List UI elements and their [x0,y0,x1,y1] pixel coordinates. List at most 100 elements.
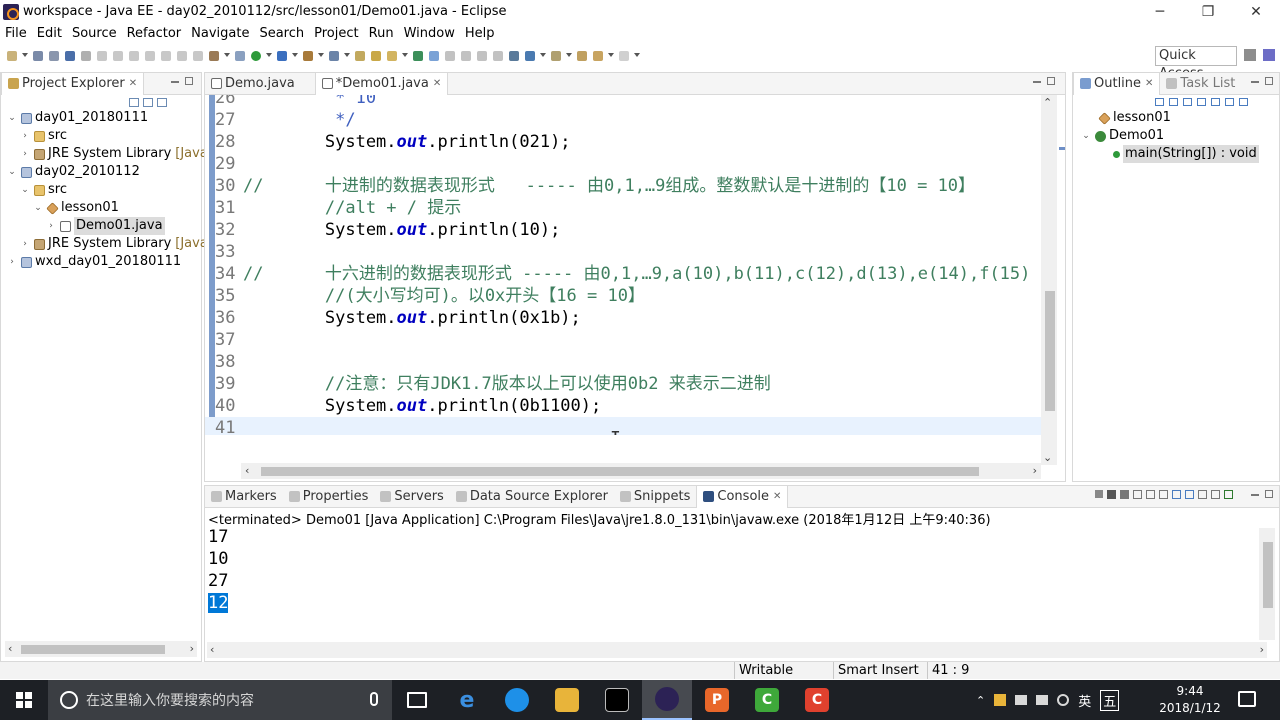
overview-ruler-marker[interactable] [1059,147,1065,150]
resume-icon[interactable] [97,51,107,61]
scroll-lock-icon[interactable] [1146,490,1155,499]
tab-demo01-java[interactable]: *Demo01.java ✕ [314,72,449,95]
new-icon[interactable] [7,51,17,61]
scrollbar-thumb[interactable] [21,645,165,654]
taskbar-app-recorder[interactable]: C [792,680,842,720]
taskbar-clock[interactable]: 9:44 2018/1/12 [1150,683,1230,717]
show-whitespace-icon[interactable] [461,51,471,61]
tab-outline[interactable]: Outline ✕ [1073,72,1161,95]
close-icon[interactable]: ✕ [773,491,781,502]
scroll-right-icon[interactable]: › [1260,642,1264,658]
code-line[interactable]: 32 System.out.println(10); [205,219,1041,241]
scroll-up-icon[interactable]: ⌃ [1043,96,1052,109]
open-console-icon[interactable] [1224,490,1233,499]
network-icon[interactable] [1036,695,1049,705]
external-tools-icon[interactable] [235,51,245,61]
hide-non-public-icon[interactable] [1211,98,1220,106]
taskbar-app-powerpoint[interactable]: P [692,680,742,720]
toggle-mark-occurrences-icon[interactable] [413,51,423,61]
menu-help[interactable]: Help [460,26,500,41]
clear-console-icon[interactable] [1133,490,1142,499]
collapse-all-icon[interactable] [129,98,139,107]
console-vertical-scrollbar[interactable] [1259,528,1275,640]
editor-vertical-scrollbar[interactable]: ⌃ ⌄ [1041,95,1057,465]
code-line[interactable]: 33 [205,241,1041,263]
debug-icon[interactable] [277,51,287,61]
next-annotation-icon[interactable] [525,51,535,61]
chevron-down-icon[interactable]: ⌄ [20,181,30,199]
sort-icon[interactable] [1169,98,1178,106]
menu-navigate[interactable]: Navigate [186,26,254,41]
chevron-down-icon[interactable]: ⌄ [7,109,17,127]
code-line[interactable]: 38 [205,351,1041,373]
maximize-view-icon[interactable] [185,77,193,85]
code-line[interactable]: 29 [205,153,1041,175]
view-menu-icon[interactable] [157,98,167,107]
taskbar-app-qq-browser[interactable] [492,680,542,720]
code-line[interactable]: 40 System.out.println(0b1100); [205,395,1041,417]
scroll-right-icon[interactable]: › [1033,463,1037,479]
maximize-view-icon[interactable] [1265,490,1273,498]
minimize-view-icon[interactable] [1251,80,1259,83]
tray-app-icon[interactable] [994,694,1007,706]
code-line[interactable]: 35 //(大小写均可)。以0x开头【16 = 10】 [205,285,1041,307]
next-annotation-dropdown-icon[interactable] [540,53,546,59]
close-icon[interactable]: ✕ [1145,78,1153,89]
chevron-down-icon[interactable]: ⌄ [33,199,43,217]
minimize-button[interactable]: ─ [1136,0,1184,23]
run-icon[interactable] [251,51,261,61]
menu-project[interactable]: Project [309,26,363,41]
search-icon[interactable] [387,51,397,61]
maximize-view-icon[interactable] [1265,77,1273,85]
toggle-breadcrumb-icon[interactable] [493,51,503,61]
new-java-dropdown-icon[interactable] [318,53,324,59]
menu-run[interactable]: Run [364,26,399,41]
tree-item-jre-library[interactable]: › JRE System Library [JavaSE- [20,145,229,163]
ime-mode[interactable]: 五 [1100,689,1120,711]
collapse-all-icon[interactable] [1155,98,1164,106]
close-button[interactable]: ✕ [1232,0,1280,23]
menu-window[interactable]: Window [399,26,460,41]
open-type-icon[interactable] [355,51,365,61]
prev-annotation-dropdown-icon[interactable] [566,53,572,59]
outline-item-package[interactable]: lesson01 [1098,109,1171,127]
scroll-left-icon[interactable]: ‹ [8,641,12,657]
restore-button[interactable]: ❐ [1184,0,1232,23]
new-class-icon[interactable] [329,51,339,61]
skip-breakpoints-icon[interactable] [81,51,91,61]
code-line[interactable]: 26 * 10 [205,95,1041,109]
chevron-right-icon[interactable]: › [20,235,30,253]
scroll-down-icon[interactable]: ⌄ [1043,451,1052,464]
chevron-right-icon[interactable]: › [46,217,56,235]
show-on-stdout-icon[interactable] [1172,490,1181,499]
quick-access-input[interactable]: Quick Access [1155,46,1237,81]
tree-item-src[interactable]: ⌄ src [20,181,67,199]
terminate-icon[interactable] [1095,490,1103,498]
notification-center-icon[interactable] [1238,691,1256,707]
step-over-icon[interactable] [177,51,187,61]
chevron-right-icon[interactable]: › [20,145,30,163]
volume-icon[interactable] [1057,694,1070,706]
code-line[interactable]: 34 // 十六进制的数据表现形式 ----- 由0,1,…9,a(10),b(1… [205,263,1041,285]
forward-icon[interactable] [619,51,629,61]
code-line[interactable]: 41 [205,417,1041,435]
menu-search[interactable]: Search [254,26,309,41]
link-with-editor-icon[interactable] [143,98,153,107]
hide-local-types-icon[interactable] [1225,98,1234,106]
code-line[interactable]: 27 */ [205,109,1041,131]
new-dropdown-icon[interactable] [22,53,28,59]
forward-dropdown-icon[interactable] [634,53,640,59]
java-ee-perspective-icon[interactable] [1263,49,1275,61]
taskbar-app-camtasia[interactable]: C [742,680,792,720]
tab-data-source-explorer[interactable]: Data Source Explorer [450,486,614,508]
suspend-icon[interactable] [113,51,123,61]
tab-snippets[interactable]: Snippets [614,486,696,508]
code-line[interactable]: 36 System.out.println(0x1b); [205,307,1041,329]
back-icon[interactable] [593,51,603,61]
code-line[interactable]: 31 //alt + / 提示 [205,197,1041,219]
console-horizontal-scrollbar[interactable]: ‹ › [207,642,1267,658]
taskbar-app-file-explorer[interactable] [542,680,592,720]
close-icon[interactable]: ✕ [433,78,441,89]
step-into-icon[interactable] [161,51,171,61]
minimize-view-icon[interactable] [171,80,179,83]
